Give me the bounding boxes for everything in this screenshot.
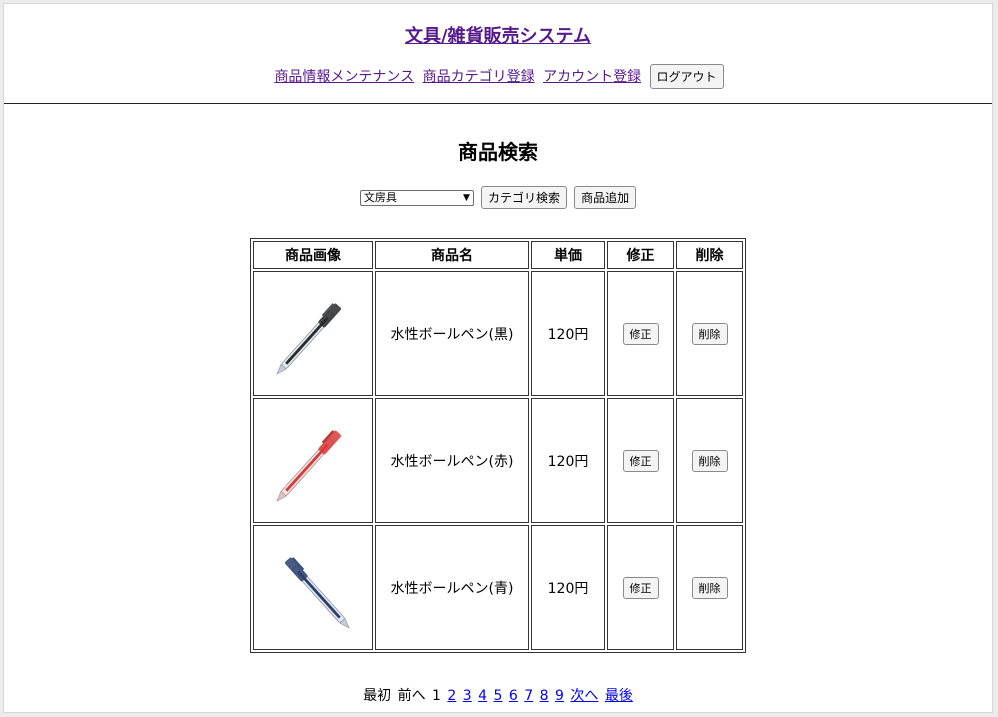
page-title: 商品検索 — [458, 140, 538, 164]
browser-page: 文具/雑貨販売システム 商品情報メンテナンス 商品カテゴリ登録 アカウント登録 … — [3, 3, 993, 713]
product-price: 120円 — [531, 525, 605, 650]
header: 文具/雑貨販売システム 商品情報メンテナンス 商品カテゴリ登録 アカウント登録 … — [4, 4, 992, 89]
search-row: 文房具 ▼ カテゴリ検索 商品追加 — [4, 186, 992, 210]
edit-button[interactable]: 修正 — [622, 322, 659, 345]
pager-page-link[interactable]: 7 — [524, 688, 533, 704]
table-row: 水性ボールペン(青) 120円 修正 削除 — [253, 525, 743, 650]
delete-cell: 削除 — [676, 398, 743, 523]
product-image-cell — [253, 525, 373, 650]
table-header-row: 商品画像 商品名 単価 修正 削除 — [253, 241, 743, 269]
pager-first: 最初 — [363, 688, 392, 704]
main-nav: 商品情報メンテナンス 商品カテゴリ登録 アカウント登録 ログアウト — [4, 64, 992, 89]
delete-button[interactable]: 削除 — [691, 576, 728, 599]
column-header-price: 単価 — [531, 241, 605, 269]
column-header-edit: 修正 — [607, 241, 674, 269]
product-image-cell — [253, 398, 373, 523]
product-price: 120円 — [531, 271, 605, 396]
pen-image — [276, 302, 341, 375]
edit-cell: 修正 — [607, 525, 674, 650]
pager-page-link[interactable]: 5 — [494, 688, 503, 704]
chevron-down-icon: ▼ — [462, 192, 470, 203]
category-select[interactable]: 文房具 ▼ — [359, 189, 474, 206]
pager-current-page: 1 — [432, 688, 441, 704]
product-name: 水性ボールペン(黒) — [375, 271, 529, 396]
nav-product-maintenance[interactable]: 商品情報メンテナンス — [274, 69, 414, 85]
edit-cell: 修正 — [607, 398, 674, 523]
pager-prev: 前へ — [397, 688, 426, 704]
delete-button[interactable]: 削除 — [691, 449, 728, 472]
table-row: 水性ボールペン(赤) 120円 修正 削除 — [253, 398, 743, 523]
product-image-cell — [253, 271, 373, 396]
main-content: 商品検索 文房具 ▼ カテゴリ検索 商品追加 商品画像 商品名 単価 修正 削除 — [4, 104, 992, 705]
edit-cell: 修正 — [607, 271, 674, 396]
logout-button[interactable]: ログアウト — [649, 64, 724, 89]
pagination: 最初 前へ 1 2 3 4 5 6 7 8 9 次へ 最後 — [4, 685, 992, 705]
nav-account-register[interactable]: アカウント登録 — [543, 69, 641, 85]
category-select-value: 文房具 — [363, 190, 397, 204]
pager-page-link[interactable]: 2 — [447, 688, 456, 704]
pager-page-link[interactable]: 9 — [555, 688, 564, 704]
add-product-button[interactable]: 商品追加 — [574, 186, 637, 209]
pen-image — [276, 429, 341, 502]
delete-button[interactable]: 削除 — [691, 322, 728, 345]
delete-cell: 削除 — [676, 525, 743, 650]
pen-image — [285, 556, 350, 629]
product-name: 水性ボールペン(青) — [375, 525, 529, 650]
table-row: 水性ボールペン(黒) 120円 修正 削除 — [253, 271, 743, 396]
pager-last[interactable]: 最後 — [605, 688, 633, 704]
delete-cell: 削除 — [676, 271, 743, 396]
category-search-button[interactable]: カテゴリ検索 — [480, 186, 567, 209]
pager-next[interactable]: 次へ — [570, 688, 598, 704]
nav-category-register[interactable]: 商品カテゴリ登録 — [423, 69, 535, 85]
pager-page-link[interactable]: 6 — [509, 688, 518, 704]
column-header-image: 商品画像 — [253, 241, 373, 269]
site-title[interactable]: 文具/雑貨販売システム — [405, 4, 591, 48]
edit-button[interactable]: 修正 — [622, 576, 659, 599]
pager-page-link[interactable]: 8 — [540, 688, 549, 704]
column-header-name: 商品名 — [375, 241, 529, 269]
edit-button[interactable]: 修正 — [622, 449, 659, 472]
pager-page-link[interactable]: 3 — [463, 688, 472, 704]
product-table: 商品画像 商品名 単価 修正 削除 水性ボールペン(黒) 120円 修正 削除 … — [250, 238, 746, 653]
column-header-delete: 削除 — [676, 241, 743, 269]
product-name: 水性ボールペン(赤) — [375, 398, 529, 523]
pager-page-link[interactable]: 4 — [478, 688, 487, 704]
product-price: 120円 — [531, 398, 605, 523]
